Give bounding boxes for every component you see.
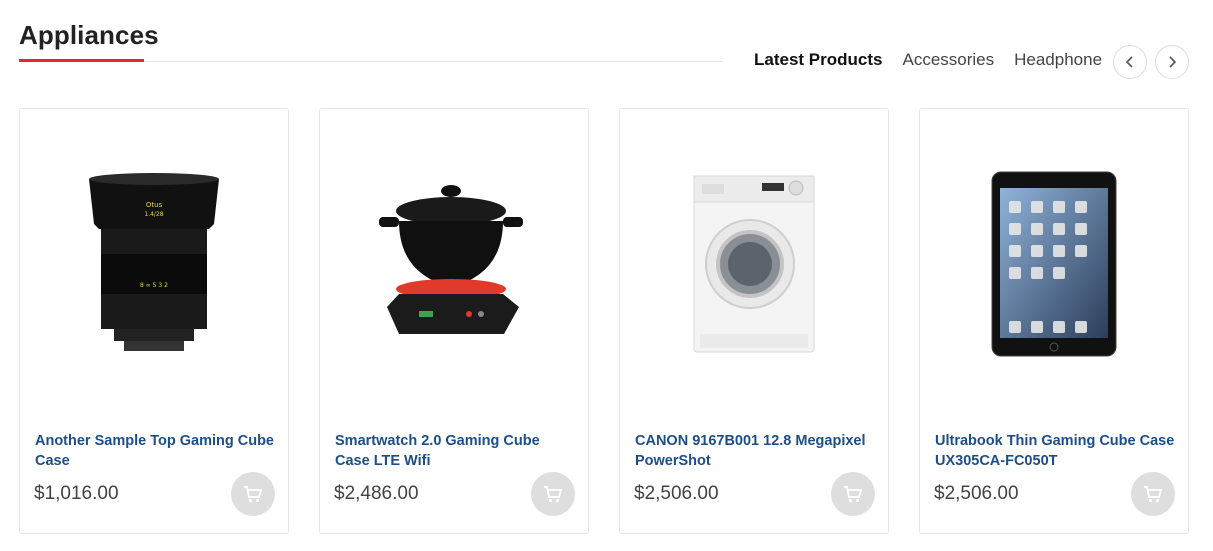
add-to-cart-button[interactable] [831, 472, 875, 516]
product-price: $1,016.00 [34, 483, 119, 504]
add-to-cart-button[interactable] [1131, 472, 1175, 516]
product-name-link[interactable]: CANON 9167B001 12.8 Megapixel PowerShot [635, 431, 875, 471]
product-card[interactable]: Otus 1.4/28 8 ∞ 5 3 2 Another Sample Top… [19, 108, 289, 534]
product-name-link[interactable]: Smartwatch 2.0 Gaming Cube Case LTE Wifi [335, 431, 575, 471]
product-name-link[interactable]: Ultrabook Thin Gaming Cube Case UX305CA-… [935, 431, 1175, 471]
title-underline [19, 59, 144, 62]
cart-icon [544, 486, 563, 503]
section-title: Appliances [19, 20, 159, 50]
product-tabs: Latest Products Accessories Headphone [754, 50, 1102, 70]
cart-icon [844, 486, 863, 503]
product-price: $2,486.00 [334, 483, 419, 504]
cart-icon [244, 486, 263, 503]
product-name-link[interactable]: Another Sample Top Gaming Cube Case [35, 431, 275, 471]
title-divider [144, 61, 723, 62]
carousel-prev-button[interactable] [1113, 45, 1147, 79]
add-to-cart-button[interactable] [531, 472, 575, 516]
svg-text:8 ∞ 5 3 2: 8 ∞ 5 3 2 [140, 282, 168, 289]
tab-latest-products[interactable]: Latest Products [754, 50, 882, 70]
product-price: $2,506.00 [934, 483, 1019, 504]
chevron-left-icon [1125, 56, 1133, 68]
product-card[interactable]: Smartwatch 2.0 Gaming Cube Case LTE Wifi… [319, 108, 589, 534]
product-image-electric-cooker[interactable] [320, 109, 588, 419]
product-card[interactable]: CANON 9167B001 12.8 Megapixel PowerShot … [619, 108, 889, 534]
product-card[interactable]: Ultrabook Thin Gaming Cube Case UX305CA-… [919, 108, 1189, 534]
chevron-right-icon [1169, 56, 1177, 68]
product-image-washing-machine[interactable] [620, 109, 888, 419]
svg-text:1.4/28: 1.4/28 [144, 211, 163, 218]
svg-text:Otus: Otus [146, 201, 163, 209]
cart-icon [1144, 486, 1163, 503]
add-to-cart-button[interactable] [231, 472, 275, 516]
product-image-tablet[interactable] [920, 109, 1188, 419]
carousel-next-button[interactable] [1155, 45, 1189, 79]
product-image-camera-lens[interactable]: Otus 1.4/28 8 ∞ 5 3 2 [20, 109, 288, 419]
tab-accessories[interactable]: Accessories [902, 50, 994, 70]
product-price: $2,506.00 [634, 483, 719, 504]
tab-headphone[interactable]: Headphone [1014, 50, 1102, 70]
